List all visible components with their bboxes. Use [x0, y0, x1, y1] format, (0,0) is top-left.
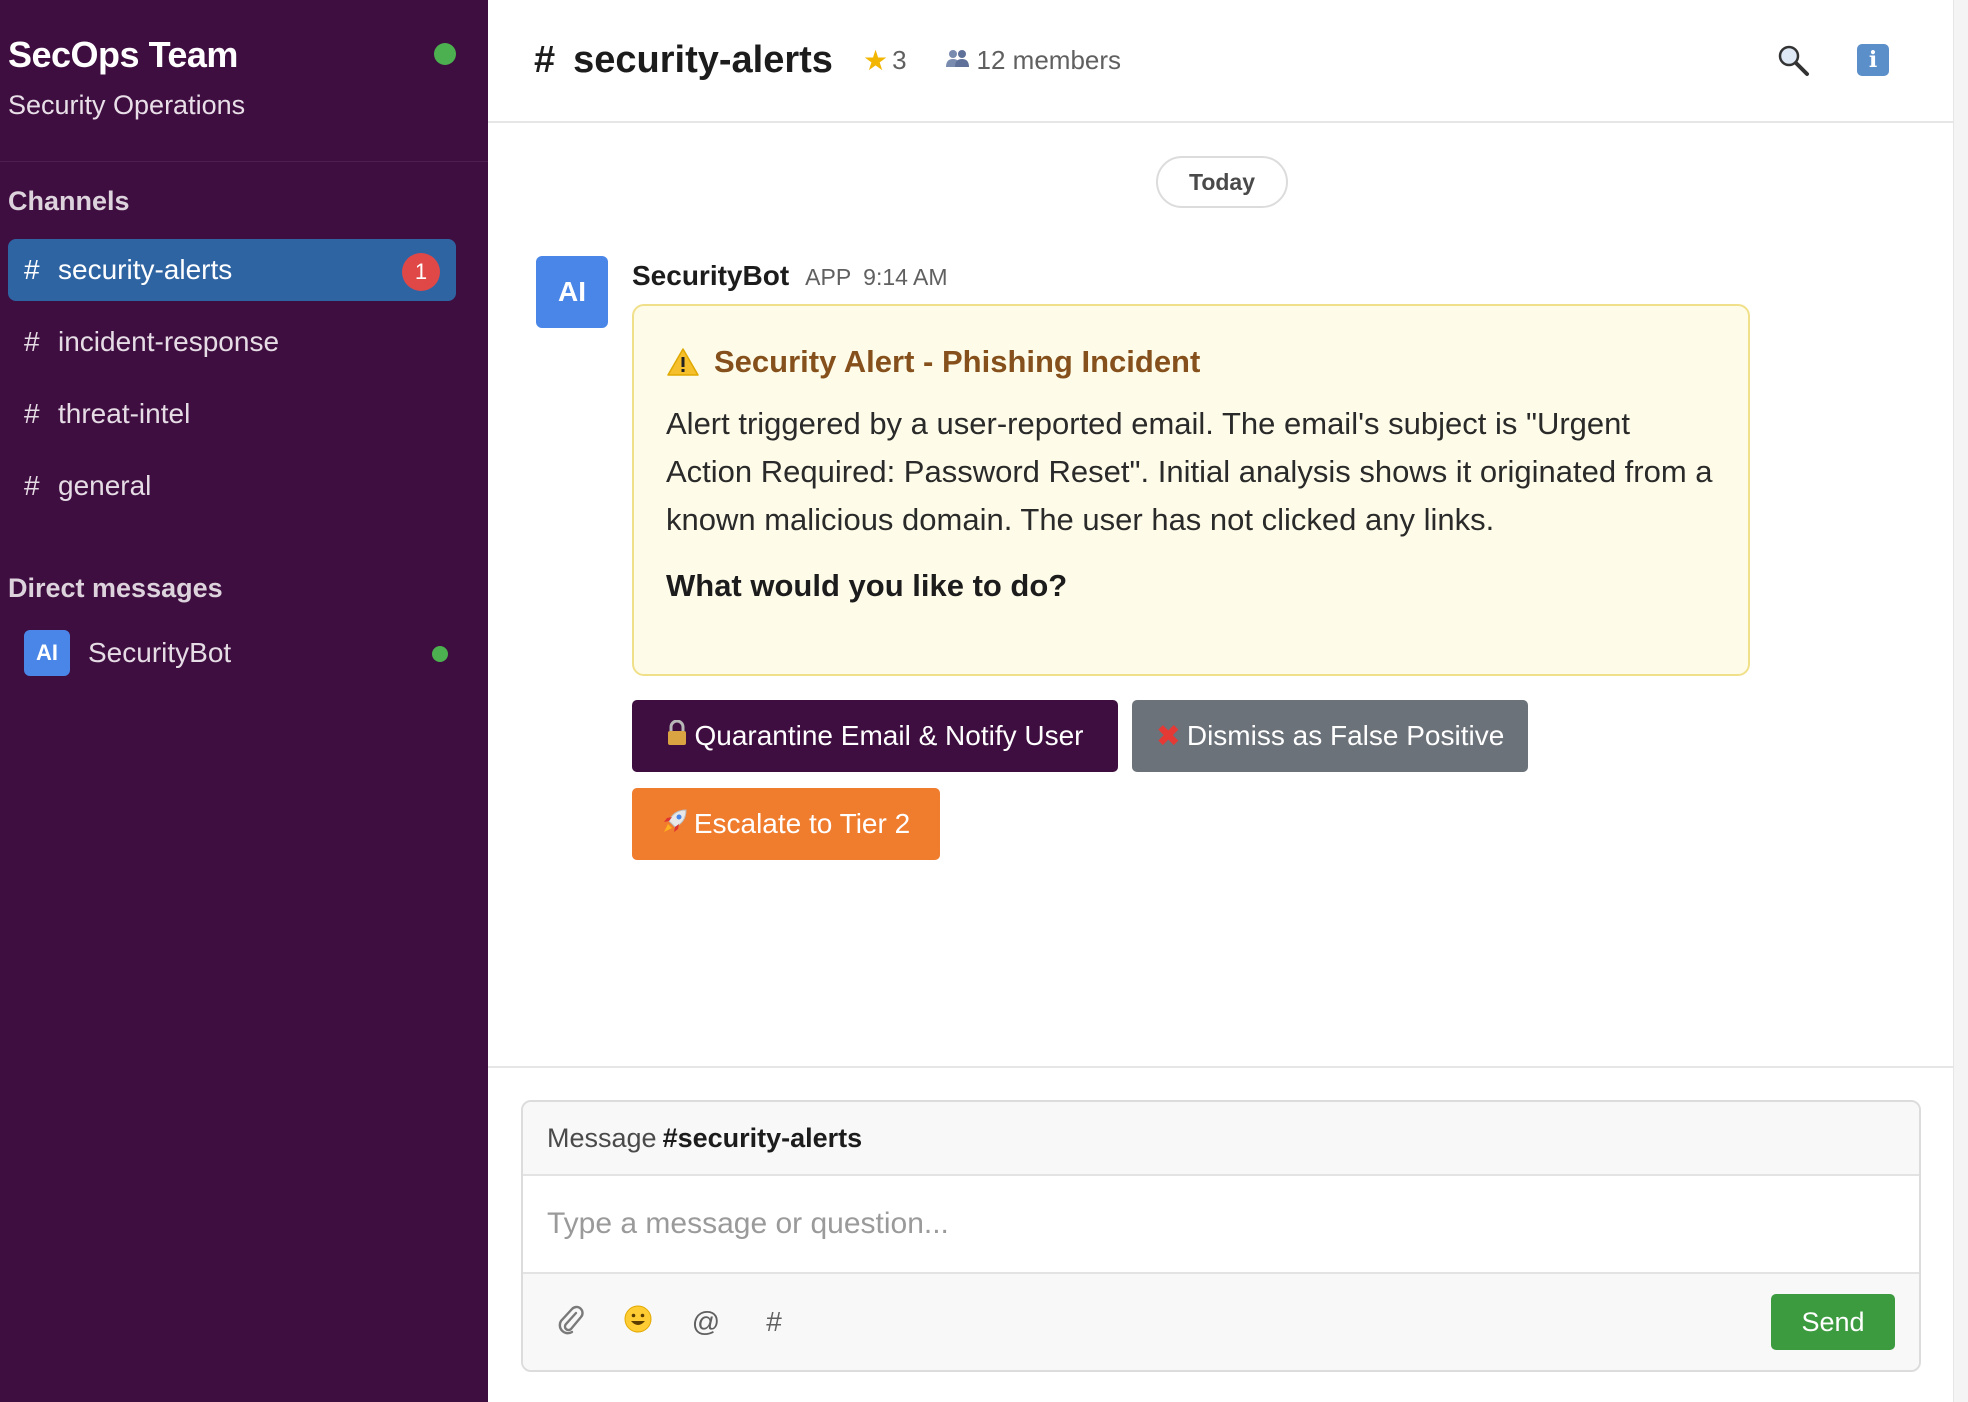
avatar[interactable]: AI [536, 256, 608, 328]
star-count: 3 [892, 45, 907, 75]
escalate-button-label: Escalate to Tier 2 [693, 808, 911, 839]
alert-title: Security Alert - Phishing Incident [666, 344, 1716, 380]
channels-section-title[interactable]: Channels [0, 186, 488, 217]
sidebar-item-threat-intel[interactable]: # threat-intel [8, 383, 456, 445]
hash-icon: # [24, 398, 40, 429]
escalate-button[interactable]: Escalate to Tier 2 [632, 788, 940, 860]
quarantine-button-label: Quarantine Email & Notify User [694, 720, 1084, 751]
sidebar-item-label: general [58, 470, 152, 501]
hash-icon: # [24, 470, 40, 501]
alert-card: Security Alert - Phishing Incident Alert… [632, 304, 1750, 676]
sidebar-item-general[interactable]: # general [8, 455, 456, 517]
sidebar: SecOps Team Security Operations Channels… [0, 0, 488, 1402]
alert-question: What would you like to do? [666, 568, 1068, 603]
attachment-icon[interactable] [553, 1303, 587, 1342]
scrollbar[interactable] [1953, 0, 1968, 1402]
sidebar-item-label: threat-intel [58, 398, 191, 429]
composer-header: Message #security-alerts [523, 1102, 1919, 1176]
app-label: APP [805, 264, 851, 290]
info-icon[interactable]: i [1853, 40, 1893, 80]
dm-section-title[interactable]: Direct messages [0, 573, 488, 604]
channel-icon[interactable]: # [757, 1306, 791, 1338]
channel-title[interactable]: # security-alerts [534, 39, 833, 82]
sidebar-item-security-alerts[interactable]: # security-alerts 1 [8, 239, 456, 301]
message-input[interactable] [523, 1176, 1919, 1274]
dismiss-button-label: Dismiss as False Positive [1186, 720, 1505, 751]
cross-icon: ✖ [1155, 719, 1181, 753]
composer-label: Message [547, 1122, 657, 1153]
main-pane: # security-alerts ★ 3 12 members i Today… [488, 0, 1953, 1402]
mention-icon[interactable]: @ [689, 1306, 723, 1338]
sidebar-item-incident-response[interactable]: # incident-response [8, 311, 456, 373]
sidebar-item-label: incident-response [58, 326, 280, 357]
alert-title-text: Security Alert - Phishing Incident [714, 344, 1201, 379]
message-sender[interactable]: SecurityBot [632, 260, 789, 292]
message-composer: Message #security-alerts @ # Send [521, 1100, 1921, 1372]
message-timestamp[interactable]: 9:14 AM [863, 264, 947, 290]
member-count[interactable]: 12 members [977, 45, 1122, 76]
channel-header: # security-alerts ★ 3 12 members i [488, 0, 1953, 123]
sidebar-item-label: security-alerts [58, 254, 233, 285]
search-icon[interactable] [1773, 40, 1813, 80]
date-divider[interactable]: Today [1156, 156, 1288, 208]
workspace-name[interactable]: SecOps Team [8, 34, 480, 76]
alert-body: Alert triggered by a user-reported email… [666, 406, 1713, 537]
dismiss-button[interactable]: ✖ Dismiss as False Positive [1132, 700, 1528, 772]
composer-toolbar: @ # Send [523, 1274, 1919, 1370]
app-tag: APP 9:14 AM [805, 264, 947, 291]
members-icon[interactable] [945, 48, 971, 74]
hash-icon: # [24, 326, 40, 357]
workspace-subtitle: Security Operations [8, 90, 246, 120]
message-header: SecurityBot APP 9:14 AM [632, 260, 948, 292]
emoji-icon[interactable] [621, 1304, 655, 1341]
unread-badge: 1 [402, 253, 440, 291]
presence-indicator [434, 43, 456, 65]
rocket-icon [662, 808, 688, 841]
star-icon[interactable]: ★ [863, 44, 888, 77]
composer-channel: #security-alerts [662, 1122, 863, 1153]
online-status-dot [432, 646, 448, 662]
dm-item-securitybot[interactable]: AI SecurityBot [8, 622, 456, 684]
channel-list: # security-alerts 1 # incident-response … [0, 239, 488, 517]
send-button[interactable]: Send [1771, 1294, 1895, 1350]
hash-icon: # [534, 39, 556, 81]
workspace-header[interactable]: SecOps Team Security Operations [0, 0, 488, 162]
divider [488, 1066, 1953, 1068]
quarantine-button[interactable]: Quarantine Email & Notify User [632, 700, 1118, 772]
channel-name: security-alerts [573, 39, 833, 81]
warning-icon [667, 348, 699, 376]
dm-item-label: SecurityBot [88, 637, 232, 668]
hash-icon: # [24, 254, 40, 285]
lock-icon [666, 719, 688, 753]
avatar: AI [24, 630, 70, 676]
channel-meta: ★ 3 12 members [863, 44, 1121, 77]
